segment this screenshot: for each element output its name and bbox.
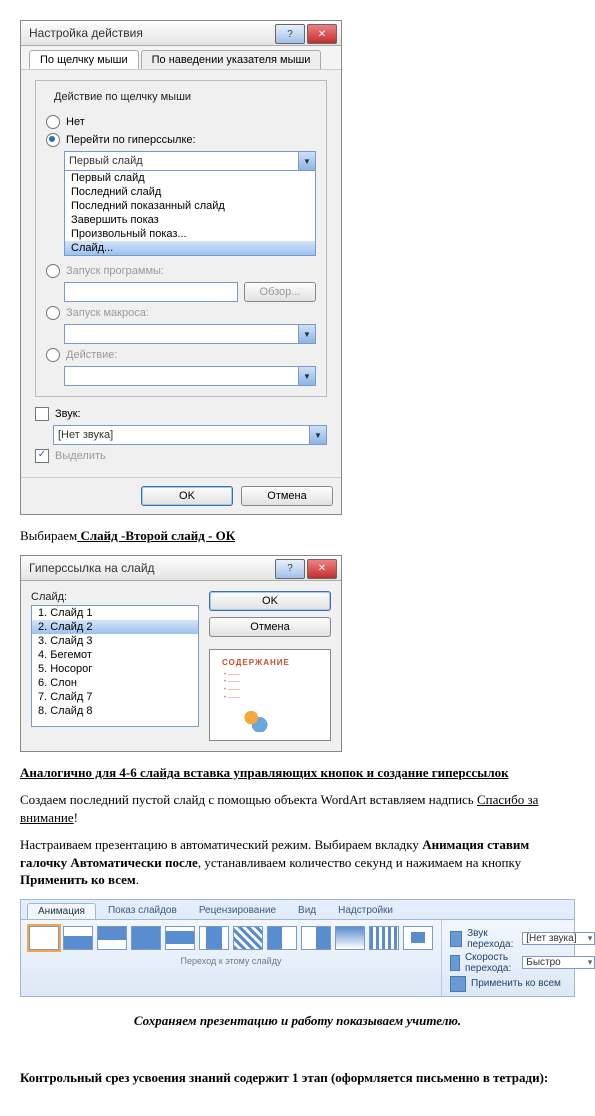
action-settings-dialog: Настройка действия ? ✕ По щелчку мыши По… [20,20,342,515]
group-title: Действие по щелчку мыши [50,91,195,103]
list-item[interactable]: 1. Слайд 1 [32,606,198,620]
transition-thumb[interactable] [267,926,297,950]
label-sound: Звук: [55,408,81,420]
close-button[interactable]: ✕ [307,24,337,44]
radio-action [46,348,60,362]
transition-thumb[interactable] [403,926,433,950]
chevron-down-icon[interactable]: ▼ [298,152,315,170]
instruction-text: Настраиваем презентацию в автоматический… [20,836,575,889]
transition-thumb[interactable] [199,926,229,950]
instruction-text: Создаем последний пустой слайд с помощью… [20,791,575,826]
tab-animation[interactable]: Анимация [27,903,96,919]
list-item[interactable]: 2. Слайд 2 [32,620,198,634]
radio-none[interactable] [46,115,60,129]
slide-listbox[interactable]: 1. Слайд 1 2. Слайд 2 3. Слайд 3 4. Беге… [31,605,199,727]
label-action: Действие: [66,349,117,361]
checkbox-sound[interactable] [35,407,49,421]
apply-all-button[interactable]: Применить ко всем [471,978,561,989]
hyperlink-listbox[interactable]: Первый слайд Последний слайд Последний п… [64,170,316,256]
list-item[interactable]: Слайд... [65,241,315,255]
tab-on-hover[interactable]: По наведении указателя мыши [141,50,322,69]
transition-thumb[interactable] [335,926,365,950]
transition-thumb[interactable] [301,926,331,950]
slide-preview: СОДЕРЖАНИЕ • ——• ——• ——• —— [209,649,331,741]
browse-button[interactable]: Обзор... [244,282,316,302]
label-hyperlink: Перейти по гиперссылке: [66,134,196,146]
titlebar[interactable]: Гиперссылка на слайд ? ✕ [21,556,341,581]
powerpoint-ribbon: Анимация Показ слайдов Рецензирование Ви… [20,899,575,997]
list-item[interactable]: Первый слайд [65,171,315,185]
hyperlink-combo[interactable]: Первый слайд▼ [64,151,316,171]
transition-thumb[interactable] [369,926,399,950]
titlebar[interactable]: Настройка действия ? ✕ [21,21,341,46]
dialog-title: Настройка действия [29,26,275,40]
section-heading: Контрольный срез усвоения знаний содержи… [20,1069,575,1087]
tab-review[interactable]: Рецензирование [189,903,286,919]
label-highlight: Выделить [55,450,106,462]
transition-thumb[interactable] [63,926,93,950]
group-label: Переход к этому слайду [29,952,433,966]
ok-button[interactable]: OK [141,486,233,506]
list-item[interactable]: 7. Слайд 7 [32,690,198,704]
sound-icon [450,931,462,947]
ok-button[interactable]: OK [209,591,331,611]
help-button[interactable]: ? [275,24,305,44]
tab-view[interactable]: Вид [288,903,326,919]
list-item[interactable]: 5. Носорог [32,662,198,676]
sound-combo: [Нет звука]▼ [53,425,327,445]
dialog-title: Гиперссылка на слайд [29,561,275,575]
list-item[interactable]: 6. Слон [32,676,198,690]
cancel-button[interactable]: Отмена [209,617,331,637]
list-item[interactable]: Последний показанный слайд [65,199,315,213]
speed-combo[interactable]: Быстро [522,956,595,969]
list-item[interactable]: 3. Слайд 3 [32,634,198,648]
speed-icon [450,955,460,971]
slide-label: Слайд: [31,591,199,603]
list-item[interactable]: 8. Слайд 8 [32,704,198,718]
instruction-heading: Аналогично для 4-6 слайда вставка управл… [20,764,575,782]
close-button[interactable]: ✕ [307,559,337,579]
radio-hyperlink[interactable] [46,133,60,147]
transition-thumb[interactable] [29,926,59,950]
apply-all-icon [450,976,466,992]
transition-thumb[interactable] [233,926,263,950]
list-item[interactable]: Последний слайд [65,185,315,199]
tab-slideshow[interactable]: Показ слайдов [98,903,187,919]
transition-thumb[interactable] [131,926,161,950]
label-run-program: Запуск программы: [66,265,164,277]
radio-macro [46,306,60,320]
tab-on-click[interactable]: По щелчку мыши [29,50,139,69]
list-item[interactable]: Произвольный показ... [65,227,315,241]
help-button[interactable]: ? [275,559,305,579]
list-item[interactable]: 4. Бегемот [32,648,198,662]
preview-graphic-icon [240,708,268,732]
sound-combo[interactable]: [Нет звука] [522,932,595,945]
radio-run-program[interactable] [46,264,60,278]
cancel-button[interactable]: Отмена [241,486,333,506]
list-item[interactable]: Завершить показ [65,213,315,227]
transition-gallery[interactable] [29,926,433,950]
transition-thumb[interactable] [165,926,195,950]
tab-addins[interactable]: Надстройки [328,903,403,919]
label-macro: Запуск макроса: [66,307,149,319]
transition-thumb[interactable] [97,926,127,950]
hyperlink-slide-dialog: Гиперссылка на слайд ? ✕ Слайд: 1. Слайд… [20,555,342,752]
instruction-text: Выбираем Слайд -Второй слайд - ОК [20,527,575,545]
checkbox-highlight [35,449,49,463]
label-none: Нет [66,116,85,128]
emphasis-text: Сохраняем презентацию и работу показывае… [20,1013,575,1029]
